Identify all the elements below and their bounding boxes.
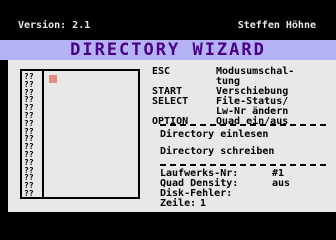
divider bbox=[160, 124, 326, 126]
main-panel: ?? ?? ?? ?? ?? ?? ?? ?? ?? ?? ?? ?? ?? ?… bbox=[8, 60, 336, 212]
menu-key: SELECT bbox=[152, 96, 189, 107]
menu-item-esc[interactable]: ESC Modusumschal- bbox=[152, 67, 328, 77]
title-bar: DIRECTORY WIZARD bbox=[0, 40, 336, 60]
text-cursor bbox=[49, 75, 57, 83]
status-label: Zeile: bbox=[160, 198, 197, 209]
app-title: DIRECTORY WIZARD bbox=[70, 40, 266, 60]
key-menu: ESC Modusumschal- tung START Verschiebun… bbox=[152, 67, 328, 127]
status-value: aus bbox=[272, 178, 291, 189]
version-label: Version: 2.1 bbox=[18, 20, 91, 31]
write-directory-button[interactable]: Directory schreiben bbox=[160, 147, 274, 157]
directory-entries: ?? ?? ?? ?? ?? ?? ?? ?? ?? ?? ?? ?? ?? ?… bbox=[24, 73, 42, 198]
column-divider bbox=[42, 71, 44, 197]
top-bar: Version: 2.1 Steffen Höhne bbox=[0, 0, 336, 40]
status-panel: Laufwerks-Nr: #1 Quad Density: aus Disk-… bbox=[160, 169, 336, 209]
screen: Version: 2.1 Steffen Höhne DIRECTORY WIZ… bbox=[0, 0, 336, 240]
divider bbox=[160, 164, 326, 166]
status-line: Zeile: 1 bbox=[160, 199, 336, 209]
status-value: 1 bbox=[200, 198, 207, 209]
list-item[interactable]: ?? bbox=[24, 190, 42, 198]
directory-list[interactable]: ?? ?? ?? ?? ?? ?? ?? ?? ?? ?? ?? ?? ?? ?… bbox=[20, 69, 140, 199]
author-label: Steffen Höhne bbox=[237, 20, 316, 31]
read-directory-button[interactable]: Directory einlesen bbox=[160, 130, 268, 140]
menu-key: ESC bbox=[152, 66, 171, 77]
